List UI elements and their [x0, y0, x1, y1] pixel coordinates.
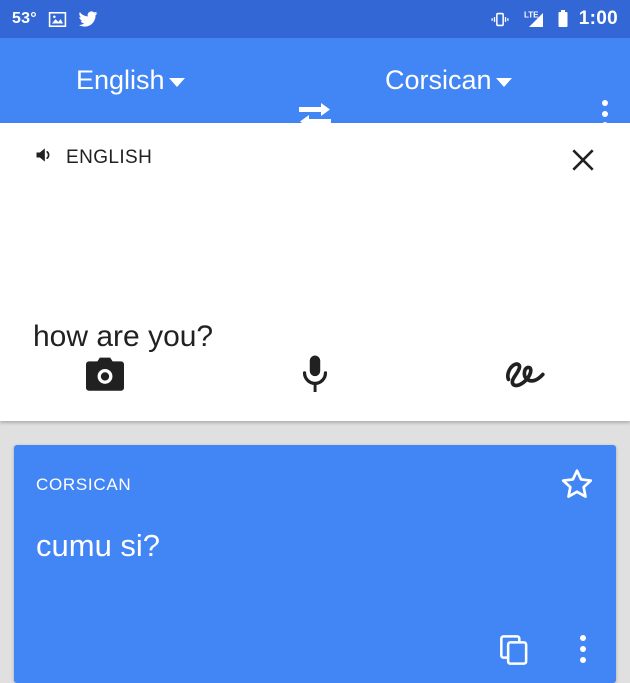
status-bar-left-group: 53° [12, 9, 98, 29]
lte-signal-icon: LTE [521, 9, 547, 30]
source-language-label: English [76, 65, 165, 95]
handwriting-input-button[interactable] [420, 354, 630, 399]
weather-temperature: 53° [12, 10, 37, 27]
dot [580, 657, 586, 663]
input-methods-row [0, 354, 630, 399]
language-toolbar: English Corsican [0, 38, 630, 128]
handwriting-icon [502, 354, 548, 399]
voice-input-button[interactable] [210, 354, 420, 399]
source-text[interactable]: how are you? [33, 319, 213, 355]
source-language-code: ENGLISH [66, 146, 153, 168]
copy-icon[interactable] [498, 633, 530, 665]
caret-down-icon [168, 78, 185, 87]
translated-text[interactable]: cumu si? [36, 527, 160, 564]
translate-app-screen: 53° LTE 1:00 English Corsican ENGLISH ho… [0, 0, 630, 683]
dot [580, 635, 586, 641]
status-bar: 53° LTE 1:00 [0, 0, 630, 38]
status-bar-right-group: LTE 1:00 [489, 8, 618, 30]
source-language-button[interactable]: English [76, 65, 185, 96]
volume-up-icon[interactable] [33, 145, 55, 170]
dot [602, 111, 608, 117]
dot [602, 100, 608, 106]
source-language-header[interactable]: ENGLISH [33, 145, 152, 170]
microphone-icon [300, 354, 330, 399]
photo-icon [48, 10, 67, 29]
camera-icon [83, 355, 127, 398]
dot [580, 646, 586, 652]
translation-result-card: CORSICAN cumu si? [14, 445, 616, 683]
star-outline-icon[interactable] [560, 467, 594, 506]
caret-down-icon [495, 78, 512, 87]
card-action-row [498, 633, 592, 665]
svg-text:LTE: LTE [524, 10, 539, 19]
target-language-button[interactable]: Corsican [385, 65, 512, 96]
source-text-panel: ENGLISH how are you? [0, 123, 630, 421]
twitter-bird-icon [78, 9, 98, 29]
camera-input-button[interactable] [0, 355, 210, 398]
result-language-code: CORSICAN [36, 475, 132, 494]
vibrate-icon [489, 10, 511, 29]
clock: 1:00 [578, 8, 618, 29]
target-language-label: Corsican [385, 65, 492, 95]
close-icon[interactable] [564, 141, 602, 184]
card-more-vertical-icon[interactable] [574, 633, 592, 665]
battery-icon [557, 9, 569, 29]
